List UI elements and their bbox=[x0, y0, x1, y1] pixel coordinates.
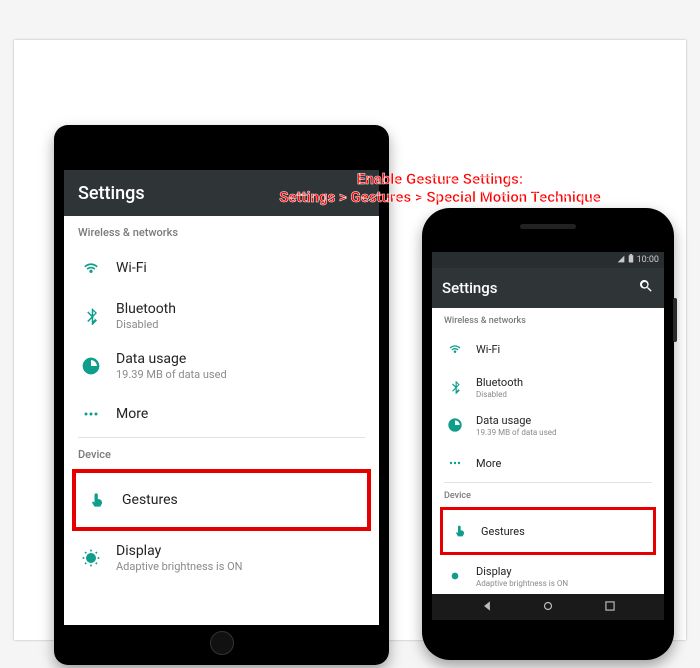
phone-speaker bbox=[520, 224, 576, 229]
phone-gestures-label: Gestures bbox=[481, 525, 525, 538]
wifi-icon bbox=[446, 340, 464, 358]
data-usage-icon bbox=[446, 416, 464, 434]
phone-item-display[interactable]: Display Adaptive brightness is ON bbox=[432, 557, 664, 595]
item-data[interactable]: Data usage 19.39 MB of data used bbox=[64, 341, 379, 391]
wifi-texts: Wi-Fi bbox=[116, 260, 147, 276]
phone-section-wireless: Wireless & networks bbox=[432, 308, 664, 330]
bluetooth-icon bbox=[446, 378, 464, 396]
instruction-annotation: Enable Gesture Settings: Settings > Gest… bbox=[214, 170, 666, 206]
phone-more-label: More bbox=[476, 457, 501, 470]
phone-item-bluetooth[interactable]: Bluetooth Disabled bbox=[432, 368, 664, 406]
nav-home-icon[interactable] bbox=[541, 598, 555, 617]
bluetooth-sub: Disabled bbox=[116, 318, 176, 331]
phone-appbar-title: Settings bbox=[442, 279, 498, 297]
phone-item-more[interactable]: More bbox=[432, 444, 664, 482]
more-texts: More bbox=[116, 406, 148, 422]
item-wifi[interactable]: Wi-Fi bbox=[64, 245, 379, 291]
display-texts: Display Adaptive brightness is ON bbox=[116, 543, 243, 573]
phone-wifi-label: Wi-Fi bbox=[476, 343, 500, 356]
display-sub: Adaptive brightness is ON bbox=[116, 560, 243, 573]
gestures-icon bbox=[86, 489, 108, 511]
canvas: Enable Gesture Settings: Settings > Gest… bbox=[14, 40, 686, 640]
display-icon bbox=[80, 547, 102, 569]
phone-data-label: Data usage bbox=[476, 414, 556, 427]
bluetooth-icon bbox=[80, 305, 102, 327]
phone-bt-label: Bluetooth bbox=[476, 376, 523, 389]
phone-bt-sub: Disabled bbox=[476, 390, 523, 399]
tablet-screen: Settings Wireless & networks Wi-Fi bbox=[64, 170, 379, 625]
more-icon bbox=[446, 454, 464, 472]
phone-display-label: Display bbox=[476, 565, 568, 578]
phone-item-wifi[interactable]: Wi-Fi bbox=[432, 330, 664, 368]
phone-item-gestures[interactable]: Gestures bbox=[449, 512, 647, 550]
section-device: Device bbox=[64, 438, 379, 467]
data-sub: 19.39 MB of data used bbox=[116, 368, 227, 381]
statusbar: 10:00 bbox=[432, 252, 664, 268]
more-label: More bbox=[116, 406, 148, 422]
bluetooth-texts: Bluetooth Disabled bbox=[116, 301, 176, 331]
phone-frame: 10:00 Settings Wireless & networks Wi-Fi bbox=[422, 208, 674, 660]
signal-icon bbox=[617, 255, 625, 266]
data-usage-icon bbox=[80, 355, 102, 377]
phone-gestures-highlight: Gestures bbox=[440, 507, 656, 555]
data-label: Data usage bbox=[116, 351, 227, 367]
phone-appbar: Settings bbox=[432, 268, 664, 308]
gestures-texts: Gestures bbox=[122, 492, 178, 508]
battery-icon bbox=[628, 254, 634, 266]
phone-display-sub: Adaptive brightness is ON bbox=[476, 579, 568, 588]
item-bluetooth[interactable]: Bluetooth Disabled bbox=[64, 291, 379, 341]
bluetooth-label: Bluetooth bbox=[116, 301, 176, 317]
search-icon[interactable] bbox=[638, 278, 654, 298]
phone-power-button[interactable] bbox=[673, 298, 677, 342]
wifi-label: Wi-Fi bbox=[116, 260, 147, 276]
phone-device: 10:00 Settings Wireless & networks Wi-Fi bbox=[422, 208, 674, 660]
nav-back-icon[interactable] bbox=[480, 598, 494, 617]
item-gestures[interactable]: Gestures bbox=[84, 477, 359, 523]
data-texts: Data usage 19.39 MB of data used bbox=[116, 351, 227, 381]
statusbar-time: 10:00 bbox=[637, 255, 659, 265]
wifi-icon bbox=[80, 257, 102, 279]
tablet-device: Settings Wireless & networks Wi-Fi bbox=[54, 125, 389, 665]
nav-recent-icon[interactable] bbox=[603, 598, 617, 617]
display-label: Display bbox=[116, 543, 243, 559]
gestures-icon bbox=[451, 522, 469, 540]
phone-section-device: Device bbox=[432, 483, 664, 505]
annotation-line1: Enable Gesture Settings: bbox=[214, 170, 666, 188]
appbar-title: Settings bbox=[78, 183, 145, 204]
annotation-line2: Settings > Gestures > Special Motion Tec… bbox=[214, 188, 666, 206]
section-wireless: Wireless & networks bbox=[64, 216, 379, 245]
android-navbar bbox=[432, 594, 664, 620]
gestures-label: Gestures bbox=[122, 492, 178, 508]
more-icon bbox=[80, 403, 102, 425]
phone-screen: 10:00 Settings Wireless & networks Wi-Fi bbox=[432, 252, 664, 620]
display-icon bbox=[446, 567, 464, 585]
item-display[interactable]: Display Adaptive brightness is ON bbox=[64, 533, 379, 583]
tablet-home-button[interactable] bbox=[210, 631, 234, 655]
item-more[interactable]: More bbox=[64, 391, 379, 437]
gestures-highlight: Gestures bbox=[72, 469, 371, 531]
phone-data-sub: 19.39 MB of data used bbox=[476, 428, 556, 437]
tablet-frame: Settings Wireless & networks Wi-Fi bbox=[54, 125, 389, 665]
phone-item-data[interactable]: Data usage 19.39 MB of data used bbox=[432, 406, 664, 444]
